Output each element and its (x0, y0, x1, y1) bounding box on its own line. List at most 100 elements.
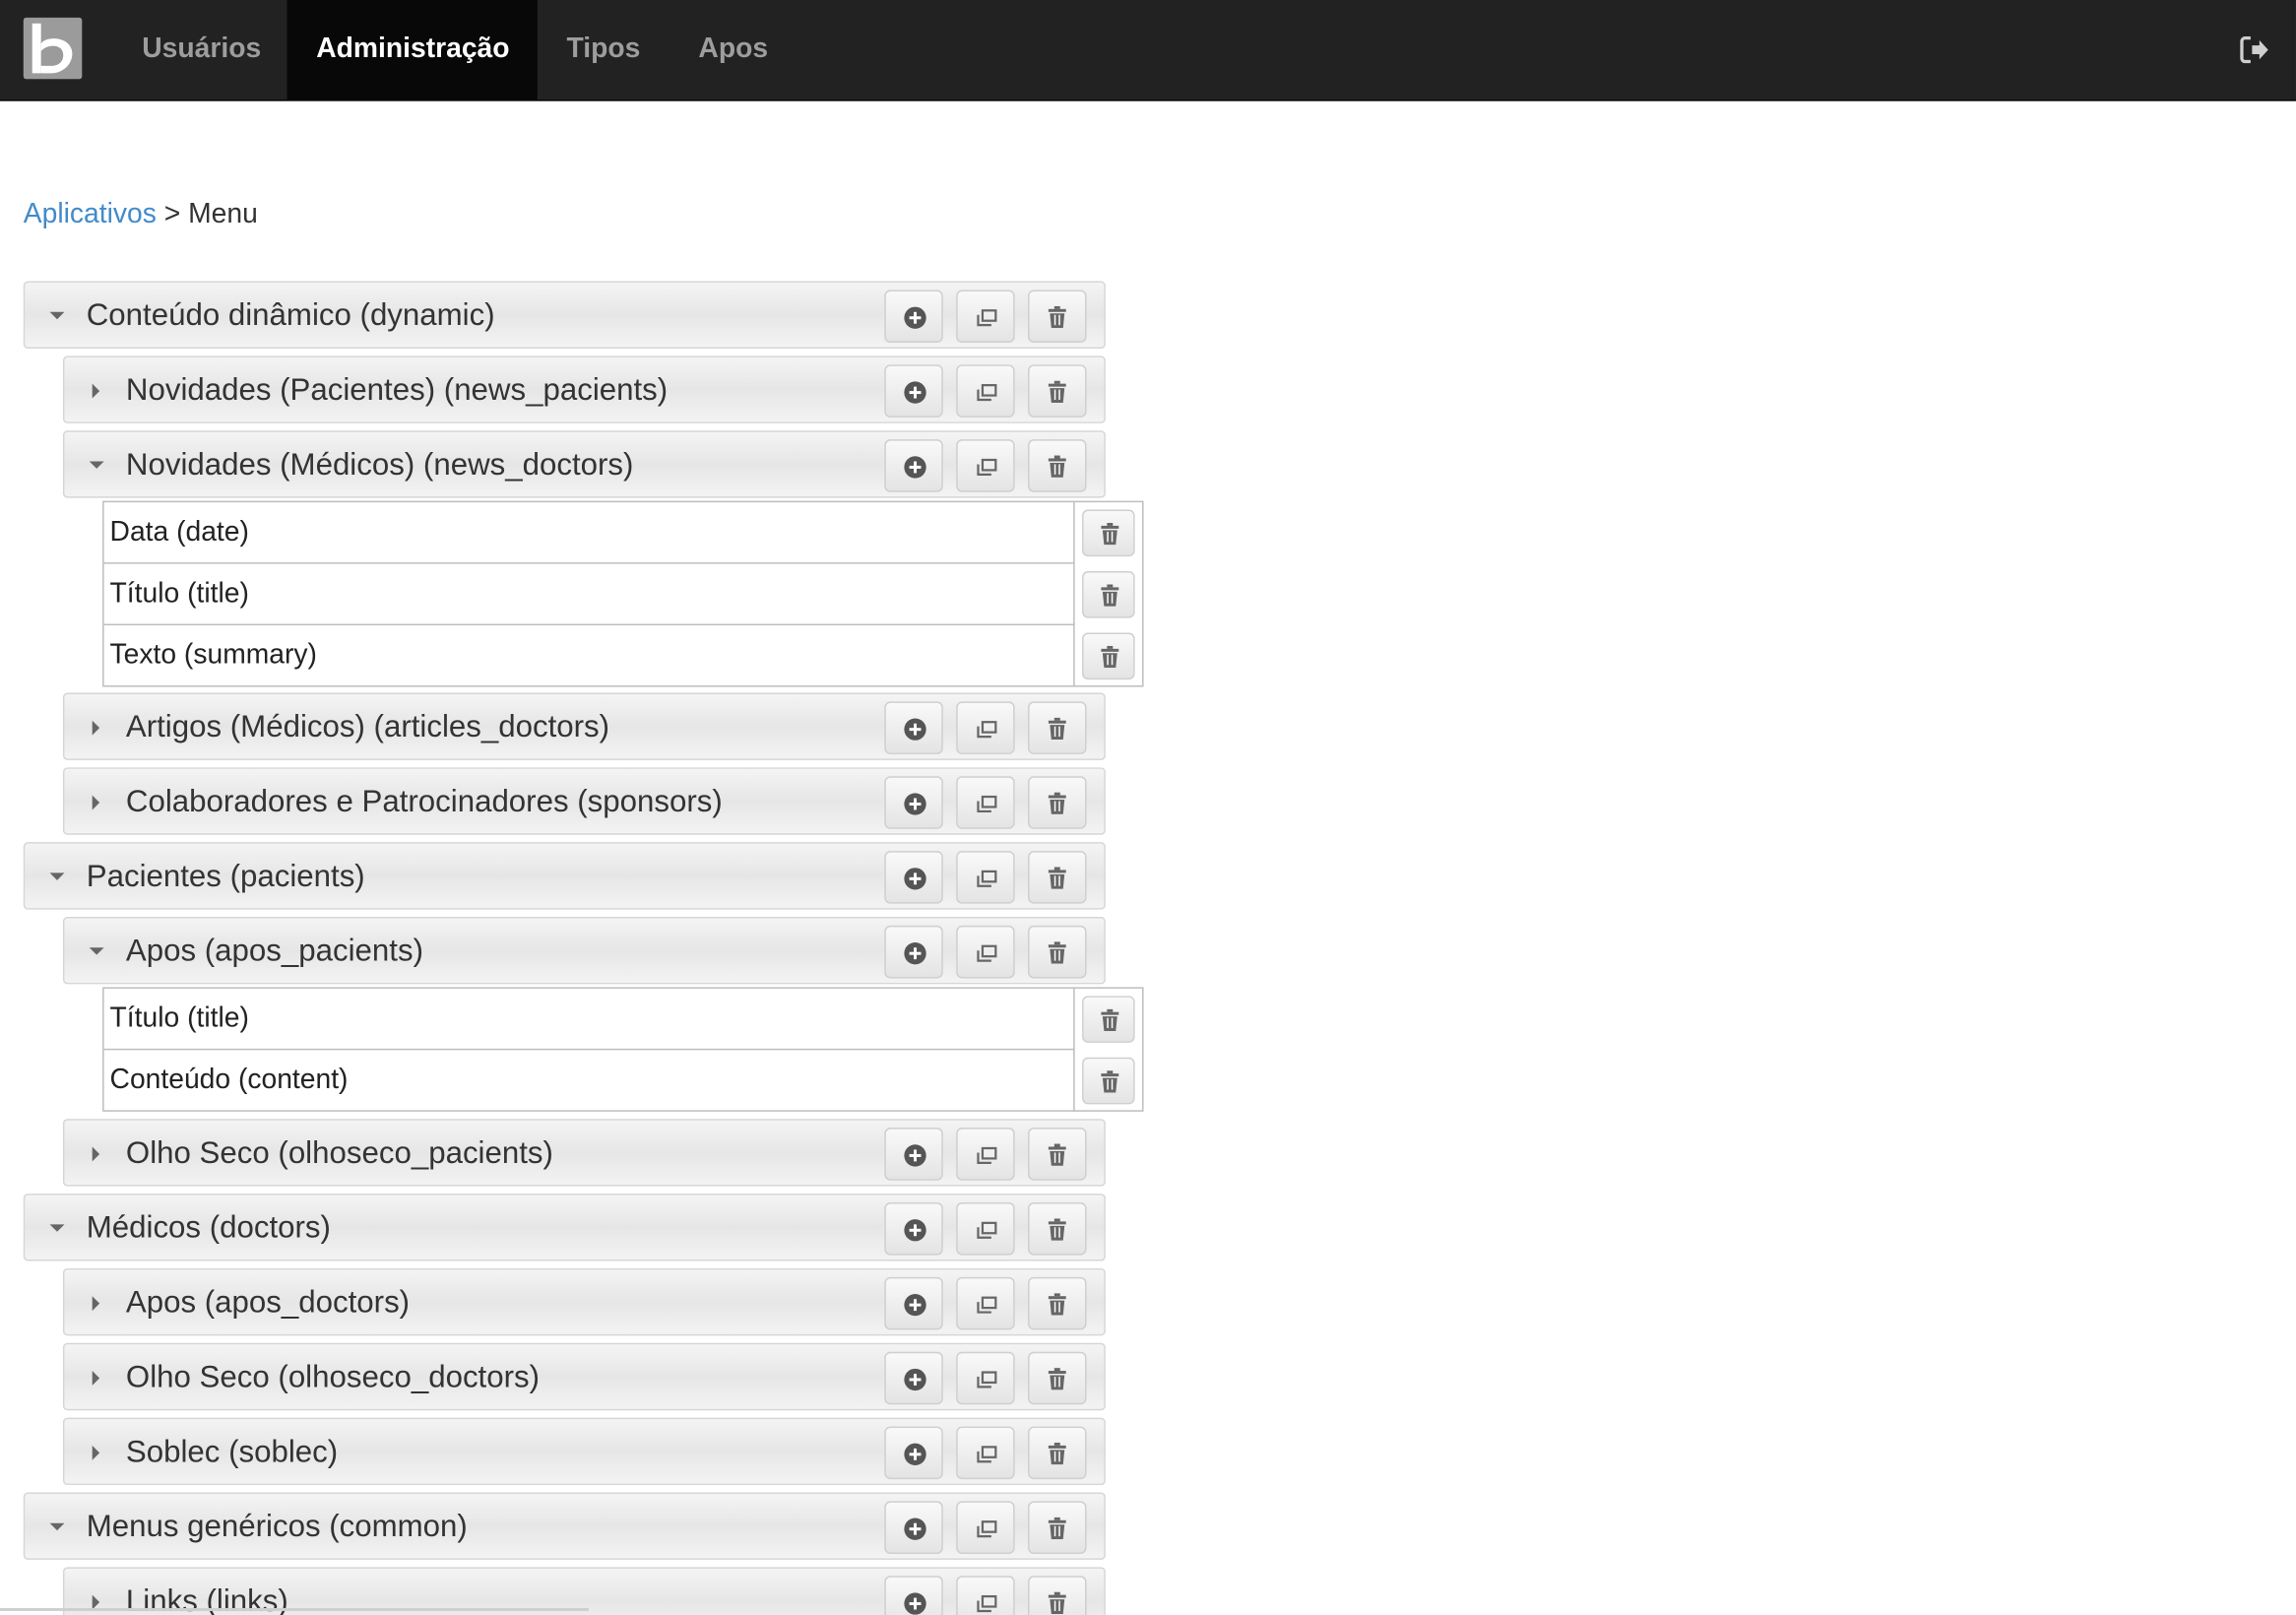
delete-field-button[interactable] (1082, 996, 1135, 1043)
field-name[interactable]: Data (date) (104, 502, 1075, 564)
copy-button[interactable] (956, 925, 1015, 979)
copy-button[interactable] (956, 1202, 1015, 1256)
delete-button[interactable] (1028, 925, 1087, 979)
nav-apos[interactable]: Apos (670, 0, 797, 99)
breadcrumb-separator: > (163, 199, 181, 230)
delete-field-button[interactable] (1082, 509, 1135, 557)
add-submenu-button[interactable] (884, 1276, 943, 1330)
menu-tree-row[interactable]: Conteúdo dinâmico (dynamic) (23, 281, 1106, 350)
menu-item-label: Médicos (doctors) (86, 1210, 331, 1246)
menu-tree-row[interactable]: Olho Seco (olhoseco_pacients) (62, 1119, 1106, 1188)
menu-tree-row[interactable]: Apos (apos_doctors) (62, 1267, 1106, 1336)
breadcrumb-current: Menu (188, 199, 258, 230)
add-submenu-button[interactable] (884, 1576, 943, 1615)
delete-button[interactable] (1028, 1202, 1087, 1256)
add-submenu-button[interactable] (884, 925, 943, 979)
copy-button[interactable] (956, 701, 1015, 754)
menu-tree-row[interactable]: Pacientes (pacients) (23, 842, 1106, 911)
add-submenu-button[interactable] (884, 701, 943, 754)
caret-down-icon[interactable] (47, 1494, 68, 1561)
field-row: Título (title) (104, 563, 1145, 626)
copy-button[interactable] (956, 1351, 1015, 1405)
add-submenu-button[interactable] (884, 1128, 943, 1181)
add-submenu-button[interactable] (884, 776, 943, 829)
app-page: Usuários Administração Tipos Apos Aplica… (0, 0, 2296, 1615)
delete-button[interactable] (1028, 364, 1087, 418)
field-name[interactable]: Título (title) (104, 563, 1075, 626)
caret-right-icon[interactable] (87, 1419, 107, 1486)
copy-button[interactable] (956, 439, 1015, 492)
field-name[interactable]: Texto (summary) (104, 625, 1075, 687)
nav-tipos[interactable]: Tipos (538, 0, 670, 99)
add-submenu-button[interactable] (884, 1501, 943, 1554)
fields-table: Data (date) Título (title) Texto (summary) (102, 500, 1145, 687)
field-row: Texto (summary) (104, 625, 1145, 687)
caret-down-icon[interactable] (47, 1195, 68, 1262)
copy-button[interactable] (956, 776, 1015, 829)
copy-button[interactable] (956, 1128, 1015, 1181)
menu-tree-row[interactable]: Novidades (Pacientes) (news_pacients) (62, 355, 1106, 424)
menu-tree-row[interactable]: Colaboradores e Patrocinadores (sponsors… (62, 767, 1106, 836)
field-name[interactable]: Título (title) (104, 988, 1075, 1051)
caret-down-icon[interactable] (47, 283, 68, 350)
delete-button[interactable] (1028, 1576, 1087, 1615)
delete-button[interactable] (1028, 1128, 1087, 1181)
copy-button[interactable] (956, 1501, 1015, 1554)
delete-button[interactable] (1028, 701, 1087, 754)
field-name[interactable]: Conteúdo (content) (104, 1050, 1075, 1112)
delete-button[interactable] (1028, 1276, 1087, 1330)
menu-item-label: Olho Seco (olhoseco_pacients) (125, 1136, 553, 1171)
menu-item-label: Apos (apos_doctors) (125, 1285, 411, 1321)
caret-down-icon[interactable] (87, 432, 107, 499)
delete-field-button[interactable] (1082, 571, 1135, 618)
menu-item-label: Pacientes (pacients) (86, 860, 365, 894)
add-submenu-button[interactable] (884, 1351, 943, 1405)
caret-right-icon[interactable] (87, 1121, 107, 1188)
menu-item-label: Novidades (Pacientes) (news_pacients) (125, 373, 669, 408)
add-submenu-button[interactable] (884, 1202, 943, 1256)
add-submenu-button[interactable] (884, 439, 943, 492)
caret-right-icon[interactable] (87, 1344, 107, 1411)
caret-right-icon[interactable] (87, 769, 107, 836)
nav-usuarios[interactable]: Usuários (113, 0, 290, 99)
add-submenu-button[interactable] (884, 364, 943, 418)
menu-tree-row[interactable]: Olho Seco (olhoseco_doctors) (62, 1342, 1106, 1411)
scrollbar-track (0, 1607, 589, 1611)
caret-right-icon[interactable] (87, 1269, 107, 1336)
menu-tree-row[interactable]: Menus genéricos (common) (23, 1492, 1106, 1561)
delete-button[interactable] (1028, 1426, 1087, 1480)
menu-item-label: Soblec (soblec) (125, 1435, 339, 1469)
caret-right-icon[interactable] (87, 357, 107, 424)
sign-out-icon[interactable] (2238, 32, 2273, 68)
breadcrumb-link-aplicativos[interactable]: Aplicativos (24, 199, 157, 229)
menu-tree-row[interactable]: Novidades (Médicos) (news_doctors) (62, 430, 1106, 499)
delete-button[interactable] (1028, 439, 1087, 492)
brand-logo[interactable] (23, 17, 83, 80)
add-submenu-button[interactable] (884, 1426, 943, 1480)
copy-button[interactable] (956, 1426, 1015, 1480)
top-navbar: Usuários Administração Tipos Apos (0, 0, 2296, 101)
delete-button[interactable] (1028, 1351, 1087, 1405)
delete-button[interactable] (1028, 290, 1087, 344)
delete-button[interactable] (1028, 1501, 1087, 1554)
delete-button[interactable] (1028, 776, 1087, 829)
add-submenu-button[interactable] (884, 851, 943, 904)
nav-administracao[interactable]: Administração (287, 0, 538, 100)
copy-button[interactable] (956, 1276, 1015, 1330)
copy-button[interactable] (956, 290, 1015, 344)
delete-field-button[interactable] (1082, 1057, 1135, 1105)
add-submenu-button[interactable] (884, 290, 943, 344)
menu-tree-row[interactable]: Soblec (soblec) (62, 1417, 1106, 1486)
delete-button[interactable] (1028, 851, 1087, 904)
menu-tree-row[interactable]: Apos (apos_pacients) (62, 917, 1106, 985)
caret-down-icon[interactable] (87, 918, 107, 985)
menu-tree-row[interactable]: Médicos (doctors) (23, 1194, 1106, 1262)
caret-down-icon[interactable] (47, 844, 68, 911)
menu-item-label: Artigos (Médicos) (articles_doctors) (125, 710, 610, 744)
copy-button[interactable] (956, 364, 1015, 418)
caret-right-icon[interactable] (87, 694, 107, 761)
delete-field-button[interactable] (1082, 632, 1135, 680)
copy-button[interactable] (956, 1576, 1015, 1615)
menu-tree-row[interactable]: Artigos (Médicos) (articles_doctors) (62, 692, 1106, 761)
copy-button[interactable] (956, 851, 1015, 904)
